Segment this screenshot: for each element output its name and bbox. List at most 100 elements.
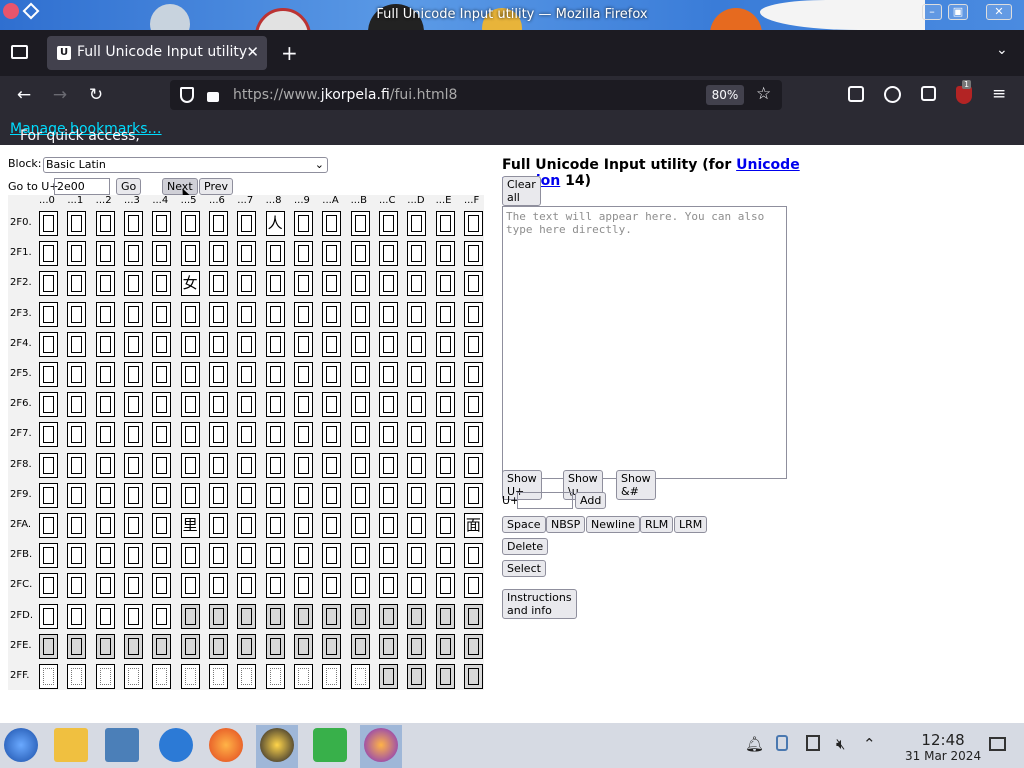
char-cell[interactable] bbox=[265, 241, 285, 267]
maximize-button[interactable]: ▣ bbox=[948, 4, 968, 20]
url-bar[interactable]: https://www.jkorpela.fi/fui.html8 80% ☆ bbox=[170, 80, 782, 110]
char-cell[interactable] bbox=[463, 543, 483, 569]
char-cell[interactable] bbox=[39, 573, 58, 599]
char-cell[interactable] bbox=[265, 271, 285, 297]
char-cell[interactable] bbox=[95, 513, 115, 538]
firefox-view-icon[interactable] bbox=[11, 45, 28, 59]
char-cell[interactable] bbox=[435, 513, 455, 538]
nbsp-button[interactable]: NBSP bbox=[546, 516, 586, 533]
char-cell[interactable] bbox=[208, 422, 228, 448]
char-cell[interactable] bbox=[293, 603, 313, 629]
char-cell[interactable] bbox=[67, 482, 87, 508]
char-cell[interactable] bbox=[39, 664, 58, 689]
char-cell[interactable] bbox=[350, 301, 370, 327]
char-cell[interactable] bbox=[208, 452, 228, 478]
char-cell[interactable] bbox=[39, 482, 58, 508]
char-cell[interactable] bbox=[265, 301, 285, 327]
zoom-level[interactable]: 80% bbox=[706, 85, 744, 105]
char-cell[interactable] bbox=[152, 513, 172, 538]
char-cell[interactable] bbox=[265, 362, 285, 387]
shield-icon[interactable] bbox=[180, 87, 194, 103]
char-cell[interactable] bbox=[463, 392, 483, 418]
char-cell[interactable] bbox=[39, 452, 58, 478]
char-cell[interactable] bbox=[350, 331, 370, 357]
char-cell[interactable] bbox=[67, 603, 87, 629]
char-cell[interactable] bbox=[152, 482, 172, 508]
char-cell[interactable] bbox=[237, 482, 257, 508]
char-cell[interactable] bbox=[378, 392, 398, 418]
char-cell[interactable] bbox=[435, 301, 455, 327]
char-cell[interactable] bbox=[407, 633, 427, 659]
char-cell[interactable] bbox=[407, 452, 427, 478]
start-menu-icon[interactable] bbox=[4, 728, 38, 762]
char-cell[interactable] bbox=[67, 241, 87, 267]
instructions-button[interactable]: Instructions and info bbox=[502, 589, 577, 619]
char-cell[interactable] bbox=[152, 211, 172, 236]
char-cell[interactable] bbox=[435, 543, 455, 569]
select-button[interactable]: Select bbox=[502, 560, 546, 577]
char-cell[interactable] bbox=[95, 392, 115, 418]
system-settings-icon[interactable] bbox=[105, 728, 139, 762]
char-cell[interactable] bbox=[180, 301, 200, 327]
char-cell[interactable] bbox=[180, 573, 200, 599]
char-cell[interactable] bbox=[407, 513, 427, 538]
char-cell[interactable] bbox=[208, 301, 228, 327]
char-cell[interactable] bbox=[407, 422, 427, 448]
char-cell[interactable] bbox=[208, 211, 228, 236]
char-cell[interactable] bbox=[237, 633, 257, 659]
char-cell[interactable] bbox=[237, 513, 257, 538]
char-cell[interactable] bbox=[152, 543, 172, 569]
char-cell[interactable] bbox=[435, 211, 455, 236]
char-cell[interactable]: 女 bbox=[180, 271, 200, 297]
char-cell[interactable] bbox=[152, 603, 172, 629]
char-cell[interactable] bbox=[95, 362, 115, 387]
char-cell[interactable] bbox=[322, 271, 342, 297]
forward-icon[interactable]: → bbox=[49, 84, 71, 106]
tools-taskbar-icon[interactable] bbox=[313, 728, 347, 762]
char-cell[interactable] bbox=[435, 664, 455, 689]
char-cell[interactable] bbox=[407, 301, 427, 327]
char-cell[interactable] bbox=[237, 603, 257, 629]
char-cell[interactable] bbox=[67, 362, 87, 387]
char-cell[interactable] bbox=[208, 603, 228, 629]
char-cell[interactable] bbox=[67, 422, 87, 448]
char-cell[interactable] bbox=[378, 331, 398, 357]
char-cell[interactable] bbox=[378, 573, 398, 599]
char-cell[interactable] bbox=[265, 573, 285, 599]
char-cell[interactable] bbox=[378, 664, 398, 689]
char-cell[interactable] bbox=[322, 543, 342, 569]
char-cell[interactable] bbox=[39, 633, 58, 659]
char-cell[interactable] bbox=[237, 271, 257, 297]
char-cell[interactable] bbox=[350, 543, 370, 569]
block-select[interactable]: Basic Latin ⌄ bbox=[43, 157, 328, 173]
char-cell[interactable] bbox=[123, 211, 143, 236]
char-cell[interactable] bbox=[322, 664, 342, 689]
char-cell[interactable] bbox=[322, 513, 342, 538]
char-cell[interactable] bbox=[152, 241, 172, 267]
char-cell[interactable] bbox=[123, 271, 143, 297]
char-cell[interactable] bbox=[407, 362, 427, 387]
char-cell[interactable] bbox=[350, 211, 370, 236]
char-cell[interactable] bbox=[180, 603, 200, 629]
char-cell[interactable] bbox=[350, 422, 370, 448]
char-cell[interactable] bbox=[378, 543, 398, 569]
char-cell[interactable] bbox=[293, 543, 313, 569]
firefox-active-icon[interactable] bbox=[364, 728, 398, 762]
file-manager-icon[interactable] bbox=[54, 728, 88, 762]
char-cell[interactable] bbox=[265, 543, 285, 569]
char-cell[interactable] bbox=[95, 482, 115, 508]
char-cell[interactable] bbox=[237, 422, 257, 448]
account-icon[interactable] bbox=[884, 86, 901, 103]
char-cell[interactable] bbox=[152, 392, 172, 418]
char-cell[interactable] bbox=[265, 513, 285, 538]
char-cell[interactable] bbox=[123, 633, 143, 659]
char-cell[interactable] bbox=[152, 301, 172, 327]
char-cell[interactable] bbox=[463, 301, 483, 327]
reload-icon[interactable]: ↻ bbox=[85, 84, 107, 106]
char-cell[interactable] bbox=[180, 482, 200, 508]
char-cell[interactable] bbox=[435, 362, 455, 387]
char-cell[interactable] bbox=[407, 573, 427, 599]
char-cell[interactable] bbox=[95, 543, 115, 569]
char-cell[interactable] bbox=[152, 271, 172, 297]
char-cell[interactable] bbox=[463, 482, 483, 508]
